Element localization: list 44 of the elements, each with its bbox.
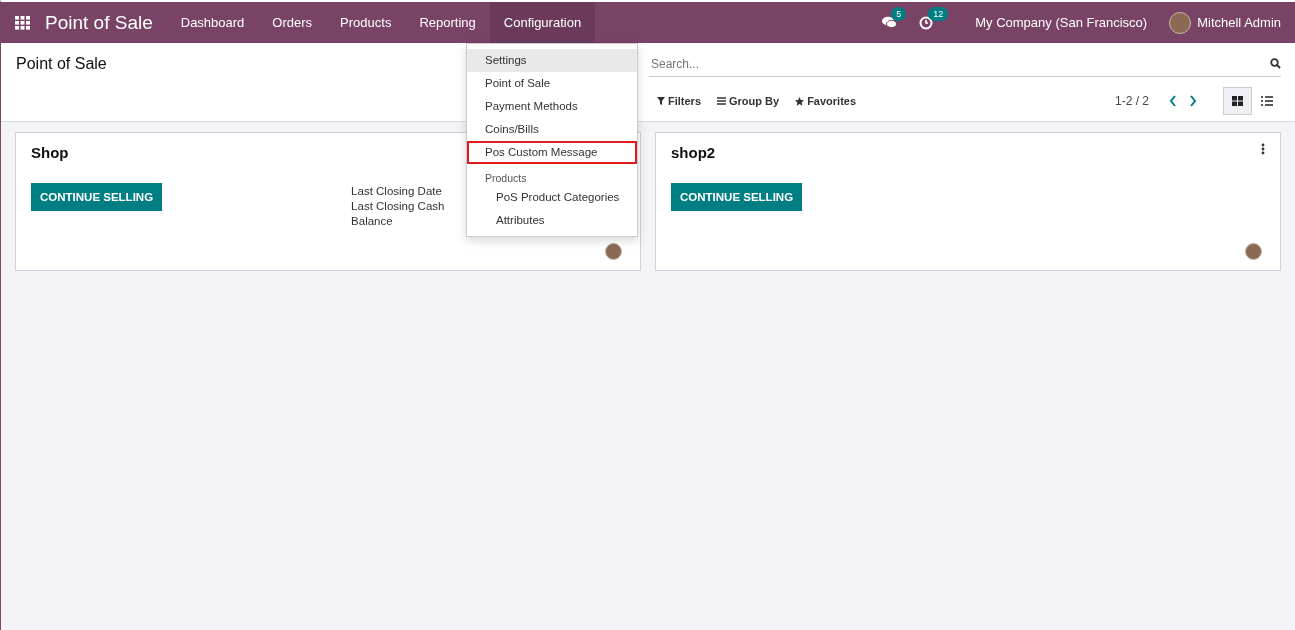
message-count-badge: 5 [891, 7, 907, 21]
stat-label: Balance [351, 215, 394, 227]
menu-tab[interactable]: Configuration [489, 2, 596, 43]
stat-label: Last Closing Cash [351, 200, 445, 212]
list-icon [1260, 96, 1273, 106]
user-menu[interactable]: Mitchell Admin [1197, 15, 1281, 30]
search-option-button[interactable]: Group By [709, 95, 788, 107]
app-title: Point of Sale [45, 11, 153, 34]
clock-icon[interactable] [919, 15, 934, 30]
continue-selling-button[interactable]: CONTINUE SELLING [31, 183, 163, 211]
dropdown-item[interactable]: Attributes [467, 209, 637, 232]
search-option-button[interactable]: Favorites [787, 95, 865, 107]
company-switcher[interactable]: My Company (San Francisco) [975, 15, 1148, 30]
kebab-menu-icon[interactable] [1261, 143, 1265, 155]
dropdown-item[interactable]: Coins/Bills [467, 118, 637, 141]
dropdown-item[interactable]: Payment Methods [467, 95, 637, 118]
pager-value: 1-2 / 2 [1114, 94, 1149, 108]
breadcrumb: Point of Sale [16, 55, 107, 72]
dropdown-item[interactable]: Pos Custom Message [467, 141, 637, 164]
user-avatar [605, 243, 622, 260]
search-icon[interactable] [1270, 58, 1281, 69]
section-heading: Products [484, 171, 528, 186]
dropdown-item[interactable]: Point of Sale [467, 72, 637, 95]
menu-tab[interactable]: Reporting [405, 2, 490, 43]
shop-name: Shop [31, 144, 69, 161]
kanban-view-button[interactable] [1223, 87, 1252, 115]
dropdown-item[interactable]: PoS Product Categories [467, 186, 637, 209]
star-icon [795, 96, 805, 106]
user-avatar [1245, 243, 1262, 260]
continue-selling-button[interactable]: CONTINUE SELLING [671, 183, 803, 211]
dropdown-item[interactable]: Settings [467, 49, 637, 72]
menu-tab[interactable]: Dashboard [166, 2, 259, 43]
search-option-button[interactable]: Filters [649, 95, 709, 107]
shop-name: shop2 [671, 144, 716, 161]
chat-icon[interactable] [882, 16, 898, 29]
funnel-icon [657, 97, 665, 105]
stat-label: Last Closing Date [351, 185, 443, 197]
menu-tab[interactable]: Products [326, 2, 406, 43]
grid-icon [1232, 96, 1243, 106]
apps-grid-icon[interactable] [15, 15, 31, 30]
user-avatar [1169, 11, 1192, 34]
lines-icon [717, 97, 726, 105]
activity-count-badge: 12 [928, 6, 949, 21]
menu-tab[interactable]: Orders [258, 2, 327, 43]
